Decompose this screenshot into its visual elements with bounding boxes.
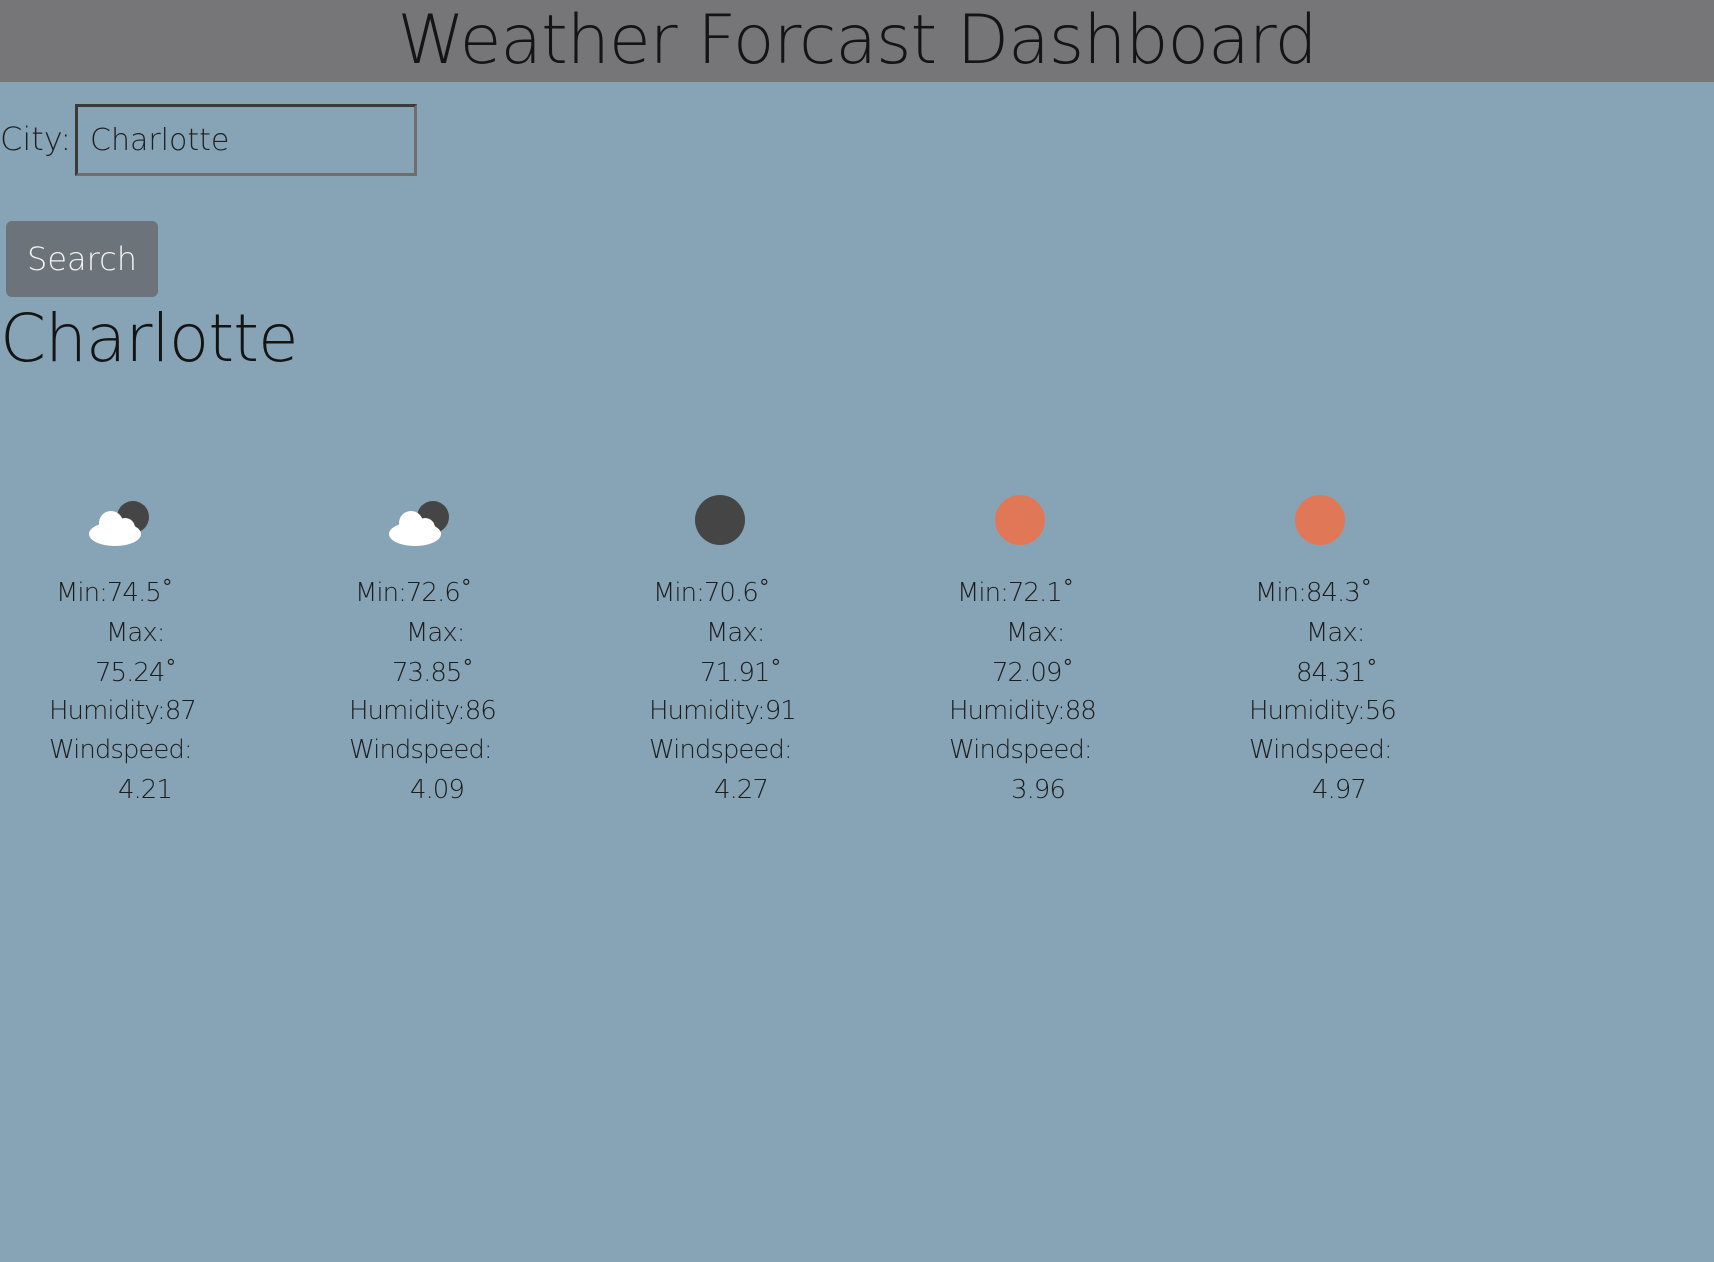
- forecast-wind-value: 4.21: [118, 775, 173, 805]
- forecast-humidity: Humidity:56: [1249, 696, 1397, 726]
- forecast-max-value: 71.91˚: [700, 658, 782, 688]
- dashboard-page: Weather Forcast Dashboard City: Search C…: [0, 0, 1714, 1262]
- forecast-max-label: Max:: [706, 618, 766, 648]
- forecast-wind-value: 4.09: [410, 775, 465, 805]
- sun-icon-graphic: [1295, 495, 1345, 545]
- sun-icon: [1285, 490, 1355, 550]
- forecast-day-card: Min:70.6˚ Max: 71.91˚ Humidity:91 Windsp…: [600, 480, 840, 820]
- forecast-max-value: 72.09˚: [992, 658, 1074, 688]
- search-button[interactable]: Search: [6, 221, 158, 297]
- forecast-day-card: Min:72.6˚ Max: 73.85˚ Humidity:86 Windsp…: [300, 480, 540, 820]
- forecast-max-value: 73.85˚: [392, 658, 474, 688]
- forecast-max-value: 75.24˚: [95, 658, 177, 688]
- city-input[interactable]: [75, 104, 417, 176]
- forecast-wind-label: Windspeed:: [649, 735, 793, 765]
- sun-icon-graphic: [995, 495, 1045, 545]
- forecast-wind-label: Windspeed:: [1249, 735, 1393, 765]
- forecast-min: Min:84.3˚: [1255, 578, 1373, 608]
- forecast-min: Min:72.1˚: [957, 578, 1075, 608]
- cloud-night-icon-graphic: [389, 501, 449, 546]
- cloud-night-icon: [85, 490, 155, 550]
- forecast-wind-label: Windspeed:: [49, 735, 193, 765]
- forecast-min: Min:72.6˚: [355, 578, 473, 608]
- forecast-min: Min:74.5˚: [56, 578, 174, 608]
- cloud-night-icon-graphic: [89, 501, 149, 546]
- forecast-wind-value: 4.97: [1312, 775, 1367, 805]
- forecast-humidity: Humidity:88: [949, 696, 1097, 726]
- forecast-min: Min:70.6˚: [653, 578, 771, 608]
- sun-icon: [985, 490, 1055, 550]
- header-bar: Weather Forcast Dashboard: [0, 0, 1714, 82]
- forecast-wind-value: 3.96: [1011, 775, 1066, 805]
- forecast-max-label: Max:: [406, 618, 466, 648]
- city-label: City:: [0, 120, 72, 158]
- forecast-day-card: Min:84.3˚ Max: 84.31˚ Humidity:56 Windsp…: [1200, 480, 1440, 820]
- forecast-day-card: Min:72.1˚ Max: 72.09˚ Humidity:88 Windsp…: [900, 480, 1140, 820]
- forecast-max-label: Max:: [106, 618, 166, 648]
- forecast-wind-label: Windspeed:: [349, 735, 493, 765]
- forecast-day-card: Min:74.5˚ Max: 75.24˚ Humidity:87 Windsp…: [0, 480, 240, 820]
- forecast-humidity: Humidity:87: [49, 696, 197, 726]
- forecast-max-label: Max:: [1306, 618, 1366, 648]
- forecast-list: Min:74.5˚ Max: 75.24˚ Humidity:87 Windsp…: [0, 480, 1714, 840]
- forecast-humidity: Humidity:86: [349, 696, 497, 726]
- forecast-humidity: Humidity:91: [649, 696, 797, 726]
- forecast-max-label: Max:: [1006, 618, 1066, 648]
- forecast-max-value: 84.31˚: [1296, 658, 1378, 688]
- page-title: Weather Forcast Dashboard: [397, 1, 1317, 80]
- moon-icon: [685, 490, 755, 550]
- moon-icon-graphic: [695, 495, 745, 545]
- cloud-night-icon: [385, 490, 455, 550]
- forecast-wind-value: 4.27: [714, 775, 769, 805]
- forecast-wind-label: Windspeed:: [949, 735, 1093, 765]
- current-city-heading: Charlotte: [0, 300, 299, 377]
